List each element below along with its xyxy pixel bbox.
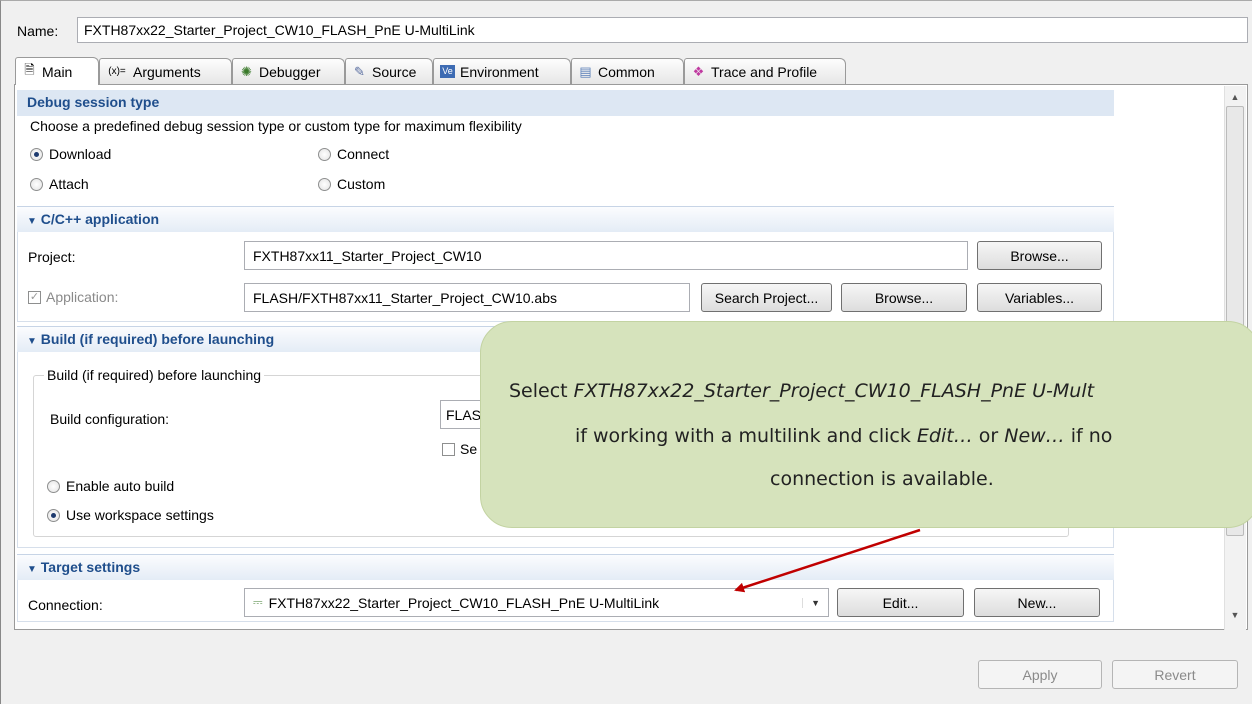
tab-label: Source [372, 63, 417, 80]
search-project-button[interactable]: Search Project... [701, 283, 832, 312]
radio-use-workspace-settings[interactable]: Use workspace settings [47, 507, 214, 523]
connection-new-button[interactable]: New... [974, 588, 1100, 617]
callout-text: connection is available. [770, 468, 994, 490]
select-config-checkbox[interactable]: Se [442, 441, 477, 457]
callout-line-3: connection is available. [770, 468, 994, 490]
environment-icon: Ve [440, 65, 455, 78]
radio-indicator [30, 177, 43, 191]
scroll-up-arrow-icon[interactable]: ▲ [1228, 92, 1242, 102]
connection-combo[interactable]: ⎓ FXTH87xx22_Starter_Project_CW10_FLASH_… [244, 588, 829, 617]
project-browse-button[interactable]: Browse... [977, 241, 1102, 270]
arguments-icon: (x)= [108, 66, 126, 77]
tab-label: Trace and Profile [711, 63, 818, 80]
callout-line-1: Select FXTH87xx22_Starter_Project_CW10_F… [509, 380, 1094, 402]
debugger-icon: ✺ [241, 63, 252, 79]
cpp-app-header[interactable]: ▼ C/C++ application [17, 206, 1114, 232]
radio-indicator [318, 177, 331, 191]
tab-debugger[interactable]: ✺ Debugger [232, 58, 345, 84]
tab-trace-and-profile[interactable]: ❖ Trace and Profile [684, 58, 846, 84]
build-config-label: Build configuration: [50, 411, 170, 427]
tab-main[interactable]: 🗎 Main [15, 57, 99, 85]
tab-label: Common [598, 63, 655, 80]
select-config-label: Se [460, 441, 478, 457]
collapse-arrow-icon: ▼ [27, 564, 37, 575]
tab-label: Arguments [133, 63, 201, 80]
debug-session-header: Debug session type [17, 90, 1114, 116]
build-group-label: Build (if required) before launching [44, 367, 265, 383]
radio-label: Custom [337, 176, 386, 192]
radio-label: Attach [49, 176, 89, 192]
checkbox-indicator: ✓ [28, 290, 41, 304]
callout-italic-text: Edit… [916, 425, 973, 447]
application-field[interactable]: FLASH/FXTH87xx11_Starter_Project_CW10.ab… [244, 283, 690, 312]
variables-button[interactable]: Variables... [977, 283, 1102, 312]
tab-environment[interactable]: Ve Environment [433, 58, 571, 84]
radio-enable-auto-build[interactable]: Enable auto build [47, 478, 174, 494]
radio-label: Connect [337, 146, 390, 162]
callout-text: if working with a multilink and click [575, 425, 917, 447]
connection-plug-icon: ⎓ [253, 595, 263, 609]
application-label: Application: [46, 289, 119, 305]
callout-text: or [972, 425, 1005, 447]
application-checkbox[interactable]: ✓ Application: [28, 289, 118, 305]
radio-custom[interactable]: Custom [318, 176, 385, 192]
debug-session-title: Debug session type [27, 94, 160, 110]
source-icon: ✎ [354, 63, 365, 79]
connection-edit-button[interactable]: Edit... [837, 588, 964, 617]
tab-source[interactable]: ✎ Source [345, 58, 433, 84]
build-title: Build (if required) before launching [40, 331, 275, 347]
radio-label: Use workspace settings [66, 507, 214, 523]
radio-label: Download [49, 146, 112, 162]
name-label: Name: [17, 23, 59, 39]
main-icon: 🗎 [24, 61, 35, 77]
connection-value: FXTH87xx22_Starter_Project_CW10_FLASH_Pn… [268, 594, 660, 611]
tab-label: Main [42, 63, 73, 80]
collapse-arrow-icon: ▼ [27, 216, 37, 227]
callout-text: if no [1064, 425, 1113, 447]
radio-connect[interactable]: Connect [318, 146, 389, 162]
radio-indicator [318, 147, 331, 161]
radio-label: Enable auto build [66, 478, 175, 494]
collapse-arrow-icon: ▼ [27, 336, 37, 347]
trace-profile-icon: ❖ [692, 63, 705, 79]
radio-attach[interactable]: Attach [30, 176, 89, 192]
tab-label: Environment [460, 63, 539, 80]
revert-button[interactable]: Revert [1112, 660, 1238, 689]
tab-arguments[interactable]: (x)= Arguments [99, 58, 232, 84]
cpp-app-title: C/C++ application [40, 211, 160, 227]
radio-indicator [47, 479, 60, 493]
target-title: Target settings [40, 559, 141, 575]
instruction-callout: Select FXTH87xx22_Starter_Project_CW10_F… [480, 321, 1252, 528]
radio-indicator [30, 147, 43, 161]
radio-indicator [47, 508, 60, 522]
target-header[interactable]: ▼ Target settings [17, 554, 1114, 580]
common-icon: ▤ [579, 63, 592, 79]
tab-label: Debugger [259, 63, 321, 80]
chevron-down-icon[interactable]: ▼ [802, 597, 820, 608]
application-browse-button[interactable]: Browse... [841, 283, 967, 312]
connection-label: Connection: [28, 597, 103, 613]
name-field[interactable]: FXTH87xx22_Starter_Project_CW10_FLASH_Pn… [77, 17, 1248, 43]
callout-line-2: if working with a multilink and click Ed… [575, 425, 1112, 447]
radio-download[interactable]: Download [30, 146, 111, 162]
checkbox-indicator [442, 442, 455, 456]
project-field[interactable]: FXTH87xx11_Starter_Project_CW10 [244, 241, 968, 270]
debug-session-description: Choose a predefined debug session type o… [30, 118, 522, 134]
callout-italic-text: FXTH87xx22_Starter_Project_CW10_FLASH_Pn… [573, 380, 1095, 402]
project-label: Project: [28, 249, 76, 265]
scroll-down-arrow-icon[interactable]: ▼ [1228, 610, 1242, 620]
callout-italic-text: New… [1004, 425, 1065, 447]
tab-common[interactable]: ▤ Common [571, 58, 684, 84]
apply-button[interactable]: Apply [978, 660, 1102, 689]
callout-text: Select [509, 380, 574, 402]
